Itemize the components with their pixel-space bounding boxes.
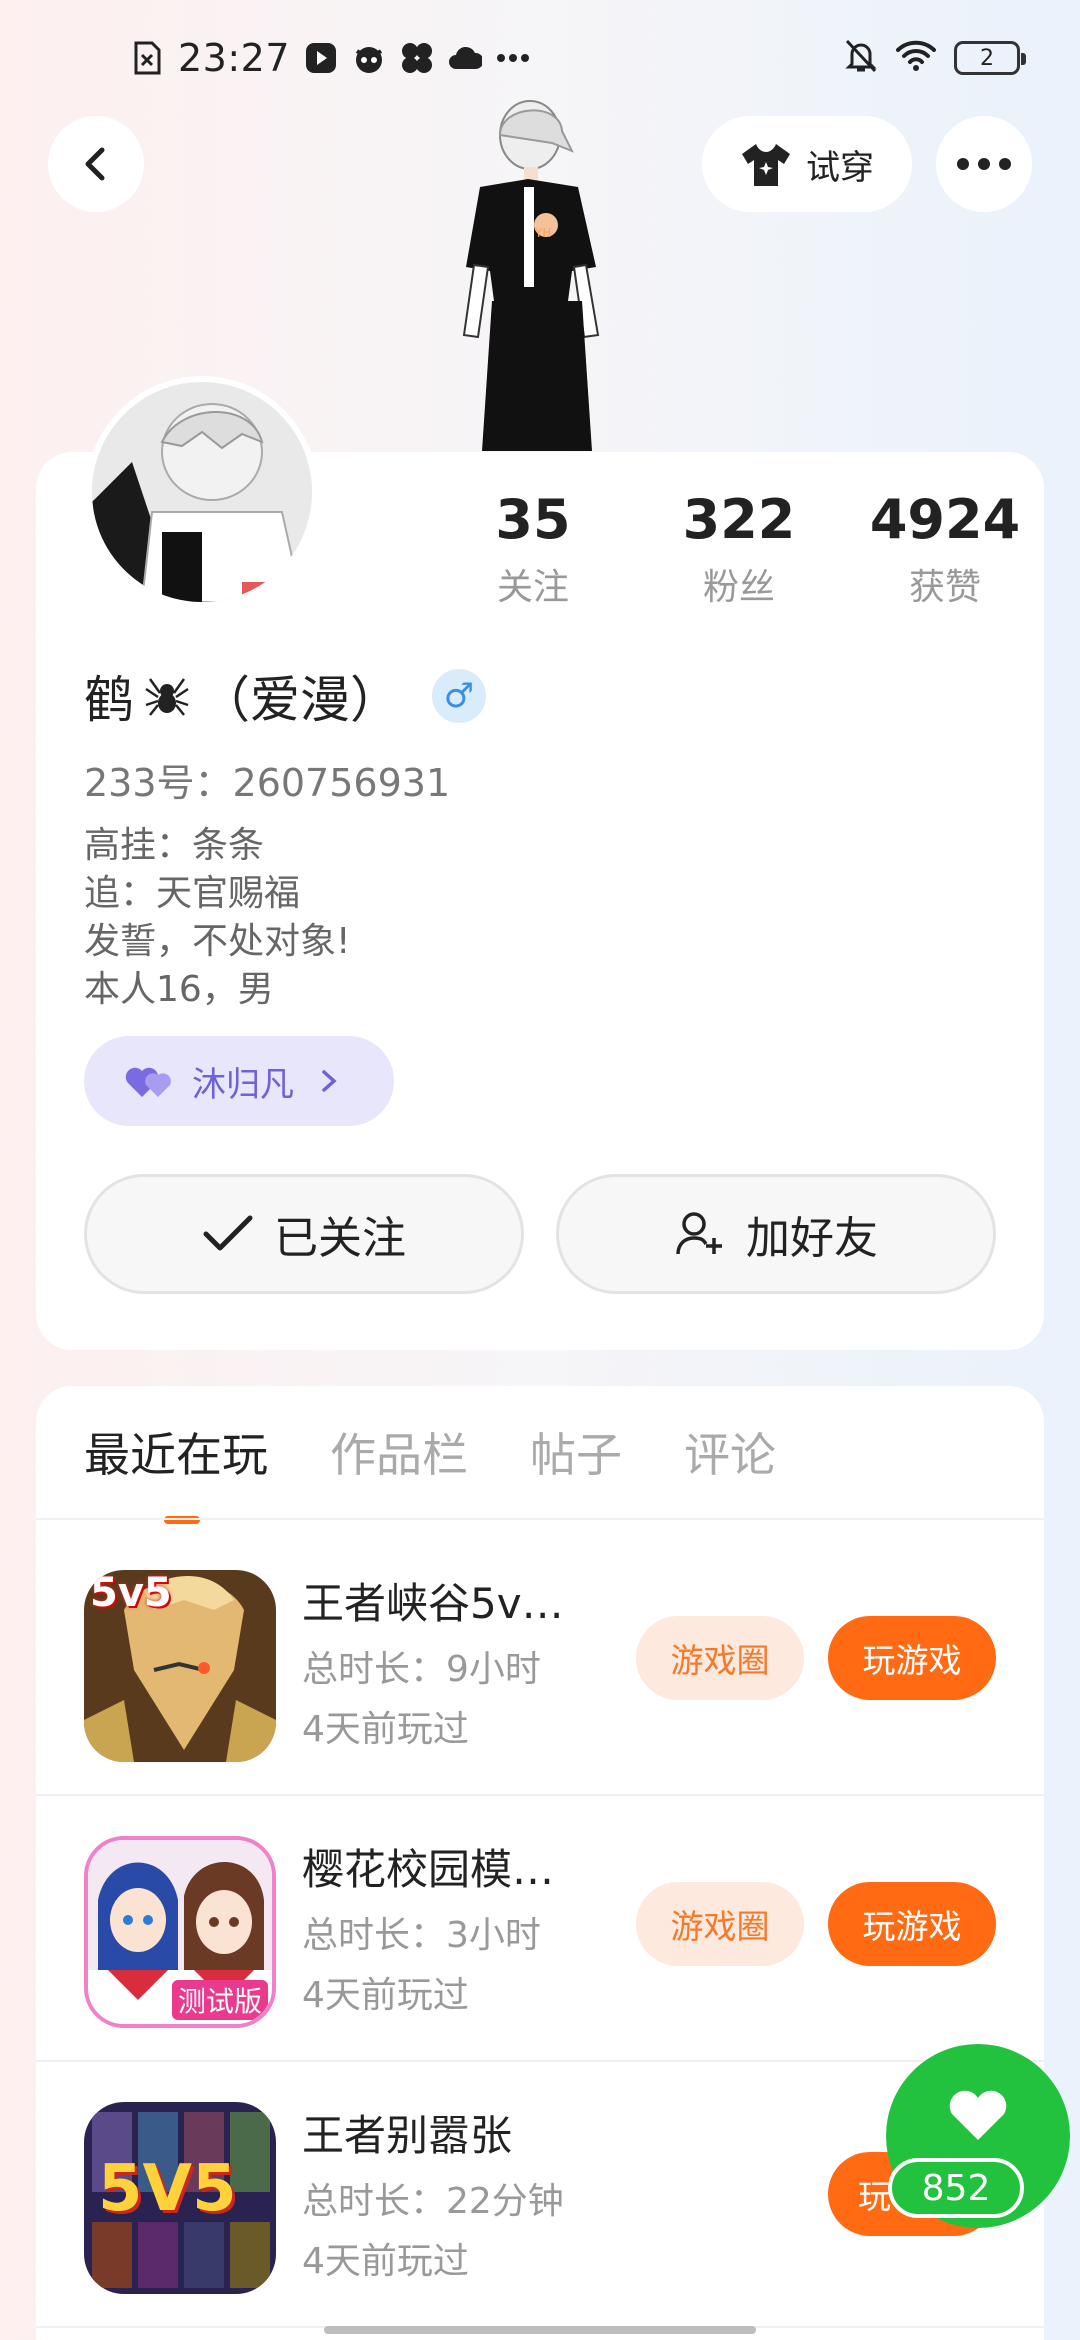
back-button[interactable] bbox=[48, 116, 144, 212]
stat-likes[interactable]: 4924 获赞 bbox=[842, 488, 1048, 610]
game-icon-badge: 5v5 bbox=[90, 1570, 172, 1616]
clock: 23:27 bbox=[178, 36, 291, 80]
stat-value: 35 bbox=[495, 488, 571, 551]
followed-button[interactable]: 已关注 bbox=[84, 1174, 524, 1294]
stat-value: 322 bbox=[682, 488, 796, 551]
stat-label: 粉丝 bbox=[702, 567, 775, 608]
more-dots-icon bbox=[957, 158, 1011, 170]
stat-label: 关注 bbox=[496, 567, 569, 608]
battery-indicator: 2 bbox=[954, 41, 1026, 75]
tab-comments[interactable]: 评论 bbox=[684, 1420, 776, 1520]
game-duration: 总时长：3小时 bbox=[302, 1915, 541, 1956]
chevron-left-icon bbox=[85, 147, 105, 181]
game-meta: 总时长：3小时 4天前玩过 bbox=[302, 1906, 541, 2026]
heart-icon bbox=[949, 2090, 1007, 2140]
play-game-button[interactable]: 玩游戏 bbox=[828, 1882, 996, 1966]
game-last-played: 4天前玩过 bbox=[302, 1975, 469, 2016]
bio-line: 追：天官赐福 bbox=[84, 873, 301, 914]
bio-line: 本人16，男 bbox=[84, 969, 274, 1010]
profile-stats: 35 关注 322 粉丝 4924 获赞 bbox=[430, 488, 1050, 610]
game-duration: 总时长：22分钟 bbox=[302, 2181, 564, 2222]
game-duration: 总时长：9小时 bbox=[302, 1649, 541, 1690]
mute-bell-icon bbox=[844, 38, 878, 78]
chevron-right-icon bbox=[322, 1070, 337, 1092]
avatar-character-art: YH bbox=[430, 95, 630, 455]
add-user-icon bbox=[676, 1212, 722, 1255]
bio: 高挂：条条 追：天官赐福 发誓，不处对象! 本人16，男 bbox=[84, 822, 350, 1014]
game-last-played: 4天前玩过 bbox=[302, 1709, 469, 1750]
game-circle-button[interactable]: 游戏圈 bbox=[636, 1616, 804, 1700]
game-last-played: 4天前玩过 bbox=[302, 2241, 469, 2282]
try-on-button[interactable]: 试穿 bbox=[702, 116, 912, 212]
fan-group-tag[interactable]: 沐归凡 bbox=[84, 1036, 394, 1126]
wifi-icon bbox=[896, 40, 936, 76]
tab-recently-played[interactable]: 最近在玩 bbox=[84, 1420, 268, 1524]
home-indicator[interactable] bbox=[324, 2326, 756, 2334]
profile-tabs: 最近在玩 作品栏 帖子 评论 bbox=[84, 1420, 776, 1524]
tab-posts[interactable]: 帖子 bbox=[530, 1420, 622, 1520]
fan-tag-label: 沐归凡 bbox=[192, 1064, 294, 1105]
tab-divider bbox=[36, 1518, 1044, 1520]
game-icon[interactable]: 5V5 bbox=[84, 2102, 276, 2294]
game-icon[interactable]: 测试版 bbox=[84, 1836, 276, 2028]
user-id: 233号：260756931 bbox=[84, 761, 451, 805]
stat-fans[interactable]: 322 粉丝 bbox=[636, 488, 842, 610]
tab-works[interactable]: 作品栏 bbox=[330, 1420, 468, 1520]
game-circle-button[interactable]: 游戏圈 bbox=[636, 1882, 804, 1966]
try-on-label: 试穿 bbox=[806, 147, 874, 188]
bio-line: 发誓，不处对象! bbox=[84, 921, 351, 962]
game-list-item[interactable]: 5v5 王者峡谷5v… 总时长：9小时 4天前玩过 游戏圈 玩游戏 bbox=[36, 1530, 1044, 1796]
game-icon-badge: 5V5 bbox=[98, 2152, 237, 2226]
test-version-badge: 测试版 bbox=[171, 1980, 268, 2020]
pinwheel-app-icon bbox=[400, 41, 434, 75]
cloud-app-icon bbox=[448, 41, 483, 75]
stat-following[interactable]: 35 关注 bbox=[430, 488, 636, 610]
followed-label: 已关注 bbox=[274, 1213, 406, 1264]
like-count: 852 bbox=[888, 2158, 1024, 2218]
heart-pair-icon bbox=[125, 1067, 171, 1097]
sim-off-icon bbox=[130, 41, 164, 75]
nickname-part1: 鹤 bbox=[84, 671, 134, 729]
cat-app-icon bbox=[352, 41, 386, 75]
gender-symbol: ♂ bbox=[443, 676, 475, 716]
stat-value: 4924 bbox=[869, 488, 1021, 551]
avatar[interactable] bbox=[86, 376, 318, 608]
game-name: 王者别嚣张 bbox=[302, 2111, 513, 2160]
stat-label: 获赞 bbox=[908, 567, 981, 608]
game-meta: 总时长：9小时 4天前玩过 bbox=[302, 1640, 541, 1760]
check-icon bbox=[203, 1215, 253, 1251]
nickname-row: 鹤 （爱漫） ♂ bbox=[84, 660, 486, 732]
video-app-icon bbox=[304, 41, 338, 75]
more-options-button[interactable] bbox=[936, 116, 1032, 212]
tshirt-icon bbox=[742, 144, 790, 186]
more-notifications-icon bbox=[496, 41, 530, 75]
game-name: 王者峡谷5v… bbox=[302, 1579, 564, 1628]
add-friend-label: 加好友 bbox=[746, 1213, 878, 1264]
play-game-button[interactable]: 玩游戏 bbox=[828, 1616, 996, 1700]
spider-emoji-icon bbox=[144, 671, 190, 721]
svg-text:YH: YH bbox=[534, 226, 551, 240]
bio-line: 高挂：条条 bbox=[84, 825, 265, 866]
game-list-item[interactable]: 测试版 樱花校园模… 总时长：3小时 4天前玩过 游戏圈 玩游戏 bbox=[36, 1796, 1044, 2062]
nickname-part2: （爱漫） bbox=[200, 671, 400, 729]
game-meta: 总时长：22分钟 4天前玩过 bbox=[302, 2172, 564, 2292]
game-name: 樱花校园模… bbox=[302, 1845, 555, 1894]
add-friend-button[interactable]: 加好友 bbox=[556, 1174, 996, 1294]
male-icon: ♂ bbox=[432, 669, 486, 723]
game-icon[interactable]: 5v5 bbox=[84, 1570, 276, 1762]
